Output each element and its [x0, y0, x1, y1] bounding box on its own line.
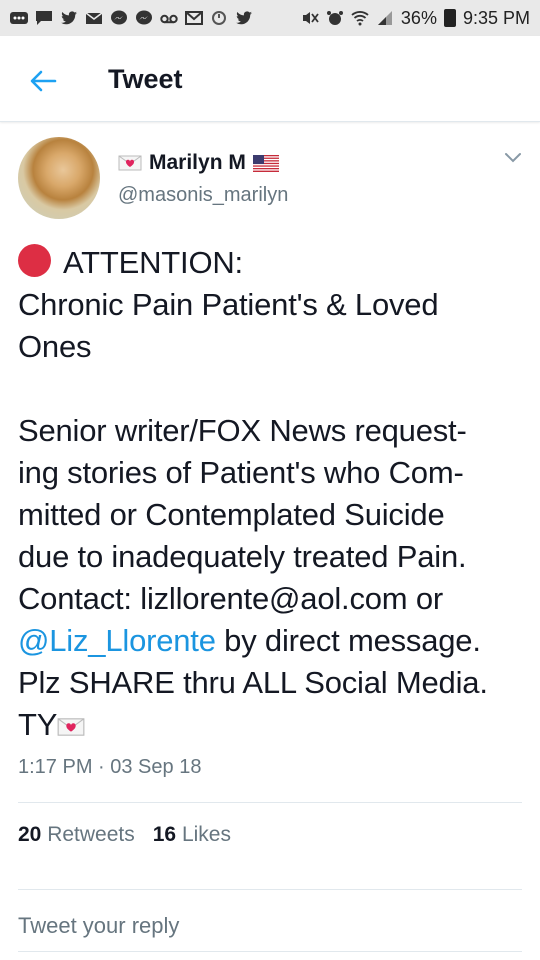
clock: 9:35 PM — [462, 7, 530, 28]
battery-percent: 36% — [400, 7, 437, 28]
love-letter-icon — [57, 718, 85, 736]
tweet-line: Ones — [18, 329, 92, 364]
mute-icon — [302, 12, 319, 24]
divider — [18, 889, 522, 890]
more-icon — [10, 12, 28, 24]
back-arrow-icon — [30, 70, 57, 92]
engagement-stats: 20 Retweets 16 Likes — [18, 823, 231, 847]
tweet-line: mitted or Contemplated Suicide — [18, 497, 445, 532]
divider — [18, 802, 522, 803]
tweet-line: Plz SHARE thru ALL Social Media. — [18, 665, 488, 700]
page-title: Tweet — [108, 64, 183, 94]
tweet-line: Chronic Pain Patient's & Loved — [18, 287, 439, 322]
sync-icon — [212, 11, 226, 25]
tweet-timestamp[interactable]: 1:17 PM · 03 Sep 18 — [18, 756, 201, 779]
twitter-icon — [236, 11, 252, 25]
messenger-icon — [136, 10, 152, 25]
avatar[interactable] — [18, 137, 100, 219]
wifi-icon — [351, 11, 369, 26]
back-button[interactable] — [28, 66, 58, 96]
reply-underline — [18, 951, 522, 952]
tweet-text: ATTENTION: Chronic Pain Patient's & Love… — [18, 242, 524, 746]
mention-link[interactable]: @Liz_Llorente — [18, 623, 216, 658]
messenger-icon — [111, 10, 127, 25]
author-handle[interactable]: @masonis_marilyn — [118, 184, 288, 207]
system-icons: 36% 9:35 PM — [301, 8, 530, 29]
tweet-line: TY — [18, 704, 524, 746]
signal-icon — [377, 11, 392, 25]
love-letter-icon — [118, 155, 142, 171]
sign-off: TY — [18, 707, 58, 742]
alarm-icon — [326, 11, 343, 25]
reply-input[interactable]: Tweet your reply — [18, 913, 179, 939]
likes-stat[interactable]: 16 Likes — [153, 823, 231, 847]
us-flag-icon — [252, 154, 279, 172]
likes-count: 16 — [152, 823, 177, 846]
voicemail-icon — [160, 14, 178, 24]
mail-icon — [85, 12, 103, 24]
chevron-down-icon[interactable] — [503, 151, 523, 165]
mention-suffix: by direct message. — [215, 623, 481, 658]
tweet-line: ATTENTION: — [18, 242, 524, 284]
message-icon — [36, 11, 52, 25]
tweet-line: ing stories of Patient's who Com- — [18, 455, 464, 490]
gmail-icon — [185, 11, 203, 25]
twitter-icon — [61, 11, 77, 25]
notification-icons — [10, 10, 253, 26]
top-app-bar: Tweet — [0, 36, 540, 122]
retweets-stat[interactable]: 20 Retweets — [18, 823, 135, 847]
retweets-label: Retweets — [47, 823, 135, 846]
author-name-row[interactable]: Marilyn M — [118, 151, 279, 175]
tweet-line: @Liz_Llorente by direct message. — [18, 620, 524, 662]
battery-icon — [443, 9, 456, 27]
author-name: Marilyn M — [149, 151, 246, 174]
tweet-line: Senior writer/FOX News request- — [18, 413, 467, 448]
likes-label: Likes — [181, 823, 231, 846]
red-circle-icon — [18, 244, 51, 277]
attention-text: ATTENTION: — [63, 245, 243, 280]
retweets-count: 20 — [18, 823, 42, 846]
tweet-line: Contact: lizllorente@aol.com or — [18, 581, 443, 616]
status-bar: 36% 9:35 PM — [0, 0, 540, 36]
tweet-line: due to inadequately treated Pain. — [18, 539, 467, 574]
